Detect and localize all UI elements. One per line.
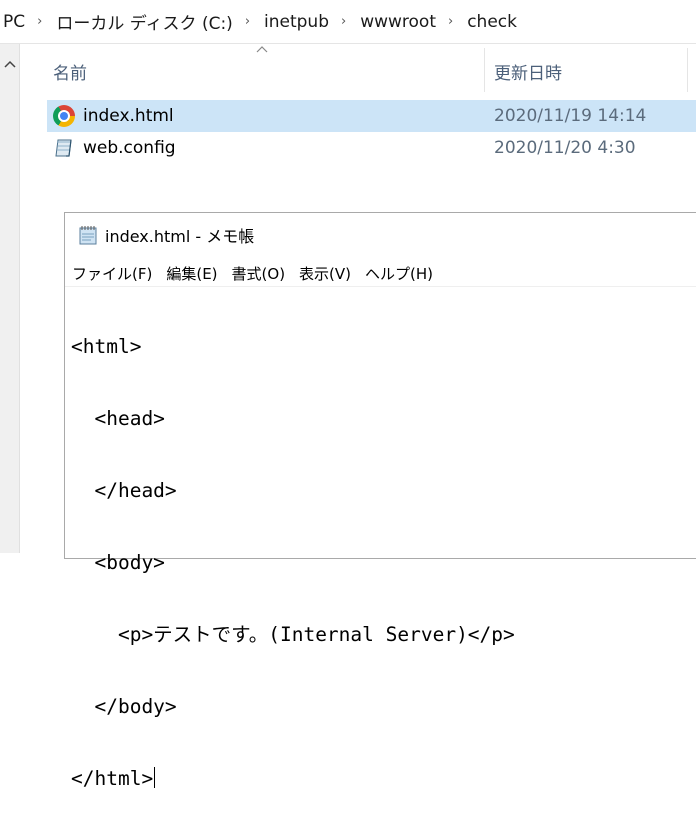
chevron-right-icon[interactable]: › <box>439 14 464 29</box>
config-file-icon <box>53 137 75 159</box>
file-name: index.html <box>83 106 174 126</box>
notepad-icon <box>77 224 99 246</box>
menu-edit[interactable]: 編集(E) <box>166 263 217 284</box>
column-divider[interactable] <box>484 48 485 92</box>
column-divider[interactable] <box>687 48 688 92</box>
menu-help[interactable]: ヘルプ(H) <box>365 263 433 284</box>
breadcrumb-item-inetpub[interactable]: inetpub <box>261 12 332 32</box>
text-line: <body> <box>71 551 165 574</box>
menu-view[interactable]: 表示(V) <box>299 263 351 284</box>
sort-ascending-icon <box>256 42 268 56</box>
chrome-icon <box>53 105 75 127</box>
text-caret <box>154 767 156 788</box>
column-header-name[interactable]: 名前 <box>53 59 87 84</box>
file-modified-date: 2020/11/20 4:30 <box>494 138 636 158</box>
menu-file[interactable]: ファイル(F) <box>72 263 152 284</box>
file-row-index-html[interactable]: index.html 2020/11/19 14:14 <box>47 100 696 132</box>
notepad-text-area[interactable]: <html> <head> </head> <body> <p>テストです。(I… <box>71 287 691 839</box>
text-line: <p>テストです。(Internal Server)</p> <box>71 623 515 646</box>
text-line-content: </html> <box>71 767 154 790</box>
breadcrumb-item-local-disk[interactable]: ローカル ディスク (C:) <box>53 9 235 34</box>
notepad-title-bar[interactable]: index.html - メモ帳 <box>65 213 696 257</box>
text-line: </head> <box>71 479 177 502</box>
chevron-right-icon[interactable]: › <box>28 14 53 29</box>
text-line-last: </html> <box>71 767 691 791</box>
chevron-right-icon[interactable]: › <box>236 14 261 29</box>
scroll-up-icon[interactable] <box>0 44 19 84</box>
file-name: web.config <box>83 138 176 158</box>
breadcrumb: PC › ローカル ディスク (C:) › inetpub › wwwroot … <box>0 0 696 44</box>
notepad-title: index.html - メモ帳 <box>105 227 255 246</box>
text-line: <html> <box>71 335 142 358</box>
menu-format[interactable]: 書式(O) <box>232 263 286 284</box>
column-header-date-modified[interactable]: 更新日時 <box>494 59 562 84</box>
notepad-menu-bar: ファイル(F) 編集(E) 書式(O) 表示(V) ヘルプ(H) <box>72 261 447 285</box>
breadcrumb-item-check[interactable]: check <box>464 12 520 32</box>
breadcrumb-item-wwwroot[interactable]: wwwroot <box>357 12 439 32</box>
file-modified-date: 2020/11/19 14:14 <box>494 106 647 126</box>
vertical-scrollbar[interactable] <box>0 44 20 553</box>
notepad-window[interactable]: index.html - メモ帳 ファイル(F) 編集(E) 書式(O) 表示(… <box>64 212 696 790</box>
file-row-web-config[interactable]: web.config 2020/11/20 4:30 <box>47 132 696 164</box>
text-line: </body> <box>71 695 177 718</box>
breadcrumb-item-pc[interactable]: PC <box>0 12 28 32</box>
text-line: <head> <box>71 407 165 430</box>
chevron-right-icon[interactable]: › <box>332 14 357 29</box>
